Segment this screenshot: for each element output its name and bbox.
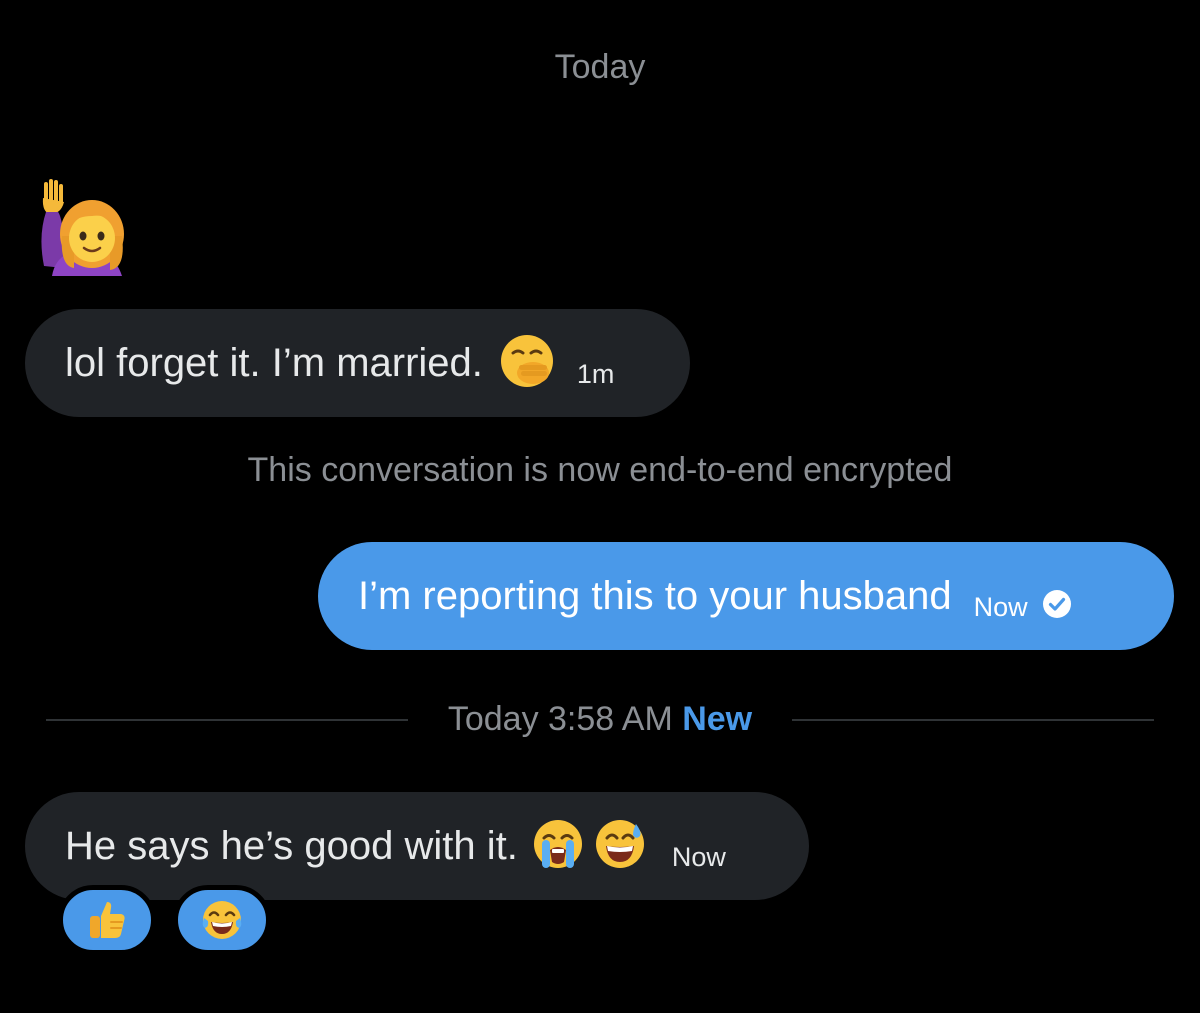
message-text: I’m reporting this to your husband <box>358 573 952 618</box>
encryption-notice: This conversation is now end-to-end encr… <box>247 451 953 489</box>
sent-message-bubble[interactable]: I’m reporting this to your husband Now <box>318 542 1174 650</box>
new-badge: New <box>682 700 753 738</box>
check-circle-icon <box>1042 589 1072 624</box>
reaction-thumbs-up[interactable] <box>58 885 156 955</box>
face-with-hand-over-mouth-icon <box>499 333 555 394</box>
woman-raising-hand-icon <box>41 179 124 276</box>
received-message-bubble[interactable]: He says he’s good with it. Now <box>25 792 809 900</box>
date-header: Today <box>554 48 646 86</box>
message-timestamp: Now <box>671 841 726 872</box>
message-text: lol forget it. I’m married. <box>65 340 483 385</box>
message-timestamp: 1m <box>576 358 615 389</box>
thumbs-up-icon <box>90 902 125 938</box>
face-with-tears-of-joy-icon <box>202 901 242 939</box>
grinning-face-with-sweat-icon <box>594 818 646 875</box>
message-timestamp: Now <box>973 591 1028 622</box>
message-text: He says he’s good with it. <box>65 823 518 868</box>
new-messages-divider: Today 3:58 AM New <box>0 700 1200 739</box>
reaction-face-with-tears-of-joy[interactable] <box>173 885 271 955</box>
loudly-crying-face-icon <box>532 818 584 875</box>
received-message-bubble[interactable]: lol forget it. I’m married. 1m <box>25 309 690 417</box>
divider-time: Today 3:58 AM <box>447 700 673 738</box>
woman-raising-hand-sticker[interactable] <box>34 176 130 276</box>
